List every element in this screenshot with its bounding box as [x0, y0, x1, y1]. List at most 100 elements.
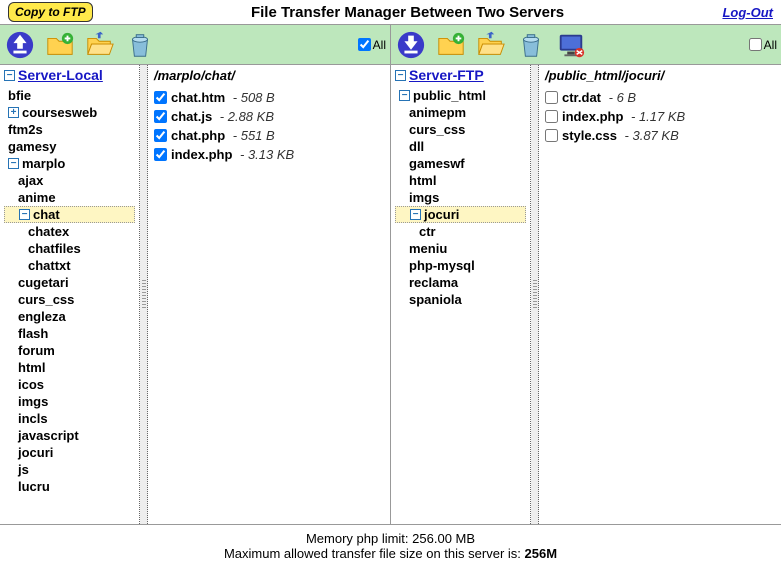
folder-label: jocuri	[424, 207, 459, 222]
tree-folder[interactable]: php-mysql	[395, 257, 526, 274]
select-all-label[interactable]: All	[749, 38, 777, 52]
tree-folder[interactable]: anime	[4, 189, 135, 206]
tree-folder[interactable]: −public_html	[395, 87, 526, 104]
tree-folder[interactable]: +coursesweb	[4, 104, 135, 121]
logout-link[interactable]: Log-Out	[722, 5, 773, 20]
tree-folder[interactable]: ctr	[395, 223, 526, 240]
file-size: - 6 B	[605, 90, 636, 105]
tree-folder[interactable]: animepm	[395, 104, 526, 121]
folder-label: javascript	[18, 428, 79, 443]
folder-label: js	[18, 462, 29, 477]
trash-icon[interactable]	[124, 29, 156, 61]
new-folder-icon[interactable]	[435, 29, 467, 61]
file-name[interactable]: chat.htm	[171, 90, 225, 105]
file-row: index.php - 3.13 KB	[154, 145, 384, 164]
tree-folder[interactable]: curs_css	[395, 121, 526, 138]
file-checkbox[interactable]	[545, 110, 558, 123]
tree-folder[interactable]: gamesy	[4, 138, 135, 155]
tree-folder[interactable]: javascript	[4, 427, 135, 444]
tree-folder[interactable]: lucru	[4, 478, 135, 495]
file-checkbox[interactable]	[154, 148, 167, 161]
folder-label: lucru	[18, 479, 50, 494]
file-name[interactable]: index.php	[562, 109, 623, 124]
select-all-label[interactable]: All	[358, 38, 386, 52]
new-folder-icon[interactable]	[44, 29, 76, 61]
collapse-icon[interactable]: −	[8, 158, 19, 169]
tree-folder[interactable]: chatfiles	[4, 240, 135, 257]
file-size: - 3.13 KB	[236, 147, 294, 162]
tree-folder[interactable]: dll	[395, 138, 526, 155]
folder-label: dll	[409, 139, 424, 154]
tree-folder[interactable]: −marplo	[4, 155, 135, 172]
folder-label: chatfiles	[28, 241, 81, 256]
tree-folder[interactable]: chattxt	[4, 257, 135, 274]
folder-tree: −public_htmlanimepmcurs_cssdllgameswfhtm…	[391, 85, 530, 524]
tree-folder[interactable]: engleza	[4, 308, 135, 325]
collapse-icon[interactable]: −	[19, 209, 30, 220]
tree-folder[interactable]: meniu	[395, 240, 526, 257]
tree-folder[interactable]: imgs	[395, 189, 526, 206]
tree-folder[interactable]: bfie	[4, 87, 135, 104]
file-name[interactable]: index.php	[171, 147, 232, 162]
server-link[interactable]: Server-FTP	[409, 67, 484, 83]
collapse-icon[interactable]: −	[4, 70, 15, 81]
open-folder-icon[interactable]	[84, 29, 116, 61]
select-all-checkbox[interactable]	[749, 38, 762, 51]
tree-folder[interactable]: flash	[4, 325, 135, 342]
collapse-icon[interactable]: −	[410, 209, 421, 220]
trash-icon[interactable]	[515, 29, 547, 61]
upload-icon[interactable]	[4, 29, 36, 61]
tree-folder[interactable]: incls	[4, 410, 135, 427]
file-checkbox[interactable]	[154, 110, 167, 123]
file-name[interactable]: chat.js	[171, 109, 212, 124]
tree-folder[interactable]: imgs	[4, 393, 135, 410]
tree-folder[interactable]: js	[4, 461, 135, 478]
file-name[interactable]: chat.php	[171, 128, 225, 143]
tree-folder[interactable]: icos	[4, 376, 135, 393]
file-size: - 1.17 KB	[627, 109, 685, 124]
folder-label: imgs	[409, 190, 439, 205]
file-checkbox[interactable]	[545, 129, 558, 142]
file-checkbox[interactable]	[545, 91, 558, 104]
tree-folder[interactable]: curs_css	[4, 291, 135, 308]
tree-folder[interactable]: jocuri	[4, 444, 135, 461]
folder-label: jocuri	[18, 445, 53, 460]
tree-folder[interactable]: reclama	[395, 274, 526, 291]
file-name[interactable]: style.css	[562, 128, 617, 143]
folder-label: php-mysql	[409, 258, 475, 273]
file-checkbox[interactable]	[154, 129, 167, 142]
tree-folder[interactable]: ftm2s	[4, 121, 135, 138]
server-link[interactable]: Server-Local	[18, 67, 103, 83]
tree-folder[interactable]: spaniola	[395, 291, 526, 308]
tree-folder[interactable]: ajax	[4, 172, 135, 189]
tree-folder[interactable]: −chat	[4, 206, 135, 223]
folder-label: imgs	[18, 394, 48, 409]
folder-label: ctr	[419, 224, 436, 239]
splitter[interactable]	[531, 65, 539, 524]
folder-tree: bfie+courseswebftm2sgamesy−marploajaxani…	[0, 85, 139, 524]
file-checkbox[interactable]	[154, 91, 167, 104]
select-all-checkbox[interactable]	[358, 38, 371, 51]
file-row: chat.php - 551 B	[154, 126, 384, 145]
tree-folder[interactable]: chatex	[4, 223, 135, 240]
collapse-icon[interactable]: −	[395, 70, 406, 81]
tree-folder[interactable]: html	[4, 359, 135, 376]
tree-folder[interactable]: forum	[4, 342, 135, 359]
collapse-icon[interactable]: −	[399, 90, 410, 101]
splitter[interactable]	[140, 65, 148, 524]
file-name[interactable]: ctr.dat	[562, 90, 601, 105]
toolbar: All	[0, 25, 390, 65]
file-list: ctr.dat - 6 B index.php - 1.17 KB style.cs…	[539, 86, 781, 524]
copy-to-ftp-button[interactable]: Copy to FTP	[8, 2, 93, 22]
tree-folder[interactable]: −jocuri	[395, 206, 526, 223]
tree-folder[interactable]: html	[395, 172, 526, 189]
tree-folder[interactable]: gameswf	[395, 155, 526, 172]
expand-icon[interactable]: +	[8, 107, 19, 118]
tree-folder[interactable]: cugetari	[4, 274, 135, 291]
upload-icon[interactable]	[395, 29, 427, 61]
disconnect-icon[interactable]	[555, 29, 587, 61]
open-folder-icon[interactable]	[475, 29, 507, 61]
folder-label: public_html	[413, 88, 486, 103]
file-row: chat.htm - 508 B	[154, 88, 384, 107]
folder-label: html	[18, 360, 45, 375]
